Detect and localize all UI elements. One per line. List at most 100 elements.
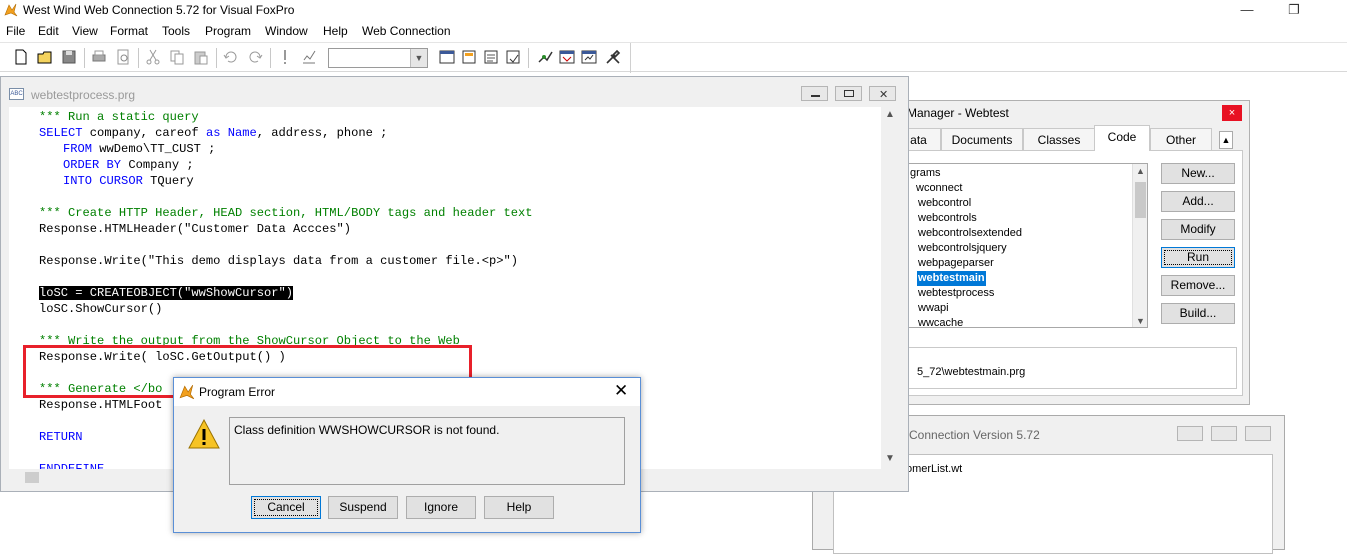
foxpro-icon [179, 384, 195, 400]
menu-format[interactable]: Format [110, 24, 148, 38]
code-line: INTO CURSOR TQuery [63, 174, 194, 188]
menu-bar: File Edit View Format Tools Program Wind… [0, 22, 1347, 42]
paste-icon[interactable] [192, 48, 210, 66]
redo-icon[interactable] [246, 48, 264, 66]
restore-icon[interactable] [1211, 426, 1237, 441]
menu-web-connection[interactable]: Web Connection [362, 24, 451, 38]
chevron-down-icon[interactable]: ▼ [410, 49, 427, 67]
command-window-icon[interactable] [438, 48, 456, 66]
chevron-up-icon[interactable]: ▲ [881, 109, 899, 120]
cut-icon[interactable] [144, 48, 162, 66]
restore-icon[interactable]: ❐ [1272, 0, 1316, 22]
menu-window[interactable]: Window [265, 24, 308, 38]
list-item[interactable]: wwcache [917, 316, 964, 327]
list-item[interactable]: wwapi [917, 301, 950, 316]
cancel-button-label: Cancel [254, 499, 318, 516]
menu-view[interactable]: View [72, 24, 98, 38]
tab-scroll-icon[interactable]: ▲ [1219, 131, 1233, 149]
web-browser-icon[interactable] [558, 48, 576, 66]
code-tab-panel: grams wconnect webcontrol webcontrols we… [889, 150, 1243, 396]
code-file-list[interactable]: grams wconnect webcontrol webcontrols we… [898, 163, 1148, 328]
build-button[interactable]: Build... [1161, 303, 1235, 324]
toolbar-combo[interactable]: ▼ [328, 48, 428, 68]
tab-code[interactable]: Code [1094, 125, 1150, 151]
toolbar-separator [138, 48, 139, 68]
open-folder-icon[interactable] [36, 48, 54, 66]
save-icon[interactable] [60, 48, 78, 66]
scroll-thumb[interactable] [25, 472, 39, 483]
undo-icon[interactable] [222, 48, 240, 66]
cancel-button[interactable]: Cancel [251, 496, 321, 519]
copy-icon[interactable] [168, 48, 186, 66]
menu-tools[interactable]: Tools [162, 24, 190, 38]
project-manager-window: Manager - Webtest × ata Documents Classe… [880, 100, 1250, 405]
server-window-title: Connection Version 5.72 [909, 428, 1040, 442]
minimize-icon[interactable] [801, 86, 828, 101]
code-line: SELECT company, careof as Name, address,… [39, 126, 388, 140]
minimize-icon[interactable] [1177, 426, 1203, 441]
prg-file-icon: ABC [9, 88, 24, 100]
properties-icon[interactable] [482, 48, 500, 66]
chevron-up-icon[interactable]: ▲ [1133, 164, 1147, 179]
suspend-button[interactable]: Suspend [328, 496, 398, 519]
toolbar-separator [84, 48, 85, 68]
tools-icon[interactable] [604, 48, 622, 66]
editor-vertical-scrollbar[interactable]: ▲ ▼ [881, 107, 899, 469]
restore-icon[interactable] [835, 86, 862, 101]
list-item-selected[interactable]: webtestmain [917, 271, 986, 286]
menu-edit[interactable]: Edit [38, 24, 59, 38]
run-icon[interactable] [276, 48, 294, 66]
tab-documents[interactable]: Documents [941, 128, 1023, 150]
new-button[interactable]: New... [1161, 163, 1235, 184]
menu-help[interactable]: Help [323, 24, 348, 38]
run-button-label: Run [1164, 250, 1232, 265]
list-item[interactable]: webtestprocess [917, 286, 995, 301]
server-log-text: omerList.wt [906, 463, 963, 475]
minimize-icon[interactable]: — [1225, 0, 1269, 22]
data-session-icon[interactable] [460, 48, 478, 66]
list-scrollbar[interactable]: ▲ ▼ [1132, 164, 1147, 327]
list-item[interactable]: webcontrolsextended [917, 226, 1023, 241]
code-line: Response.HTMLFoot [39, 398, 163, 412]
ignore-button[interactable]: Ignore [406, 496, 476, 519]
close-icon[interactable]: × [1222, 105, 1242, 121]
print-icon[interactable] [90, 48, 108, 66]
menu-program[interactable]: Program [205, 24, 251, 38]
add-button[interactable]: Add... [1161, 191, 1235, 212]
code-line: loSC.ShowCursor() [39, 302, 163, 316]
code-line: Response.HTMLHeader("Customer Data Accce… [39, 222, 352, 236]
toolbar-edge [630, 43, 631, 73]
modify-button[interactable]: Modify [1161, 219, 1235, 240]
list-item[interactable]: grams [909, 166, 942, 181]
list-item[interactable]: webcontrolsjquery [917, 241, 1008, 256]
tab-classes[interactable]: Classes [1023, 128, 1095, 150]
scroll-thumb[interactable] [1135, 182, 1146, 218]
code-window-icon[interactable] [504, 48, 522, 66]
list-item[interactable]: webcontrols [917, 211, 978, 226]
tab-other[interactable]: Other [1150, 128, 1212, 150]
code-line-selected: loSC = CREATEOBJECT("wwShowCursor") [39, 286, 294, 300]
close-icon[interactable]: ✕ [869, 86, 896, 101]
close-icon[interactable] [1245, 426, 1271, 441]
new-file-icon[interactable] [12, 48, 30, 66]
error-message: Class definition WWSHOWCURSOR is not fou… [234, 423, 500, 437]
project-manager-title: Manager - Webtest [907, 106, 1009, 120]
list-item[interactable]: webpageparser [917, 256, 995, 271]
close-icon[interactable]: ✕ [614, 381, 628, 401]
code-line: FROM wwDemo\TT_CUST ; [63, 142, 216, 156]
modify-form-icon[interactable] [300, 48, 318, 66]
run-button[interactable]: Run [1161, 247, 1235, 268]
debug-icon[interactable] [536, 48, 554, 66]
print-preview-icon[interactable] [114, 48, 132, 66]
list-item[interactable]: wconnect [915, 181, 963, 196]
file-description-box: 5_72\webtestmain.prg [898, 347, 1237, 389]
remove-button[interactable]: Remove... [1161, 275, 1235, 296]
menu-file[interactable]: File [6, 24, 25, 38]
chevron-down-icon[interactable]: ▼ [1133, 314, 1147, 327]
app-title-bar: West Wind Web Connection 5.72 for Visual… [0, 0, 1347, 22]
help-button[interactable]: Help [484, 496, 554, 519]
list-item[interactable]: webcontrol [917, 196, 972, 211]
chevron-down-icon[interactable]: ▼ [881, 453, 899, 464]
web-connection-console-icon[interactable] [580, 48, 598, 66]
dialog-title: Program Error [199, 385, 276, 399]
